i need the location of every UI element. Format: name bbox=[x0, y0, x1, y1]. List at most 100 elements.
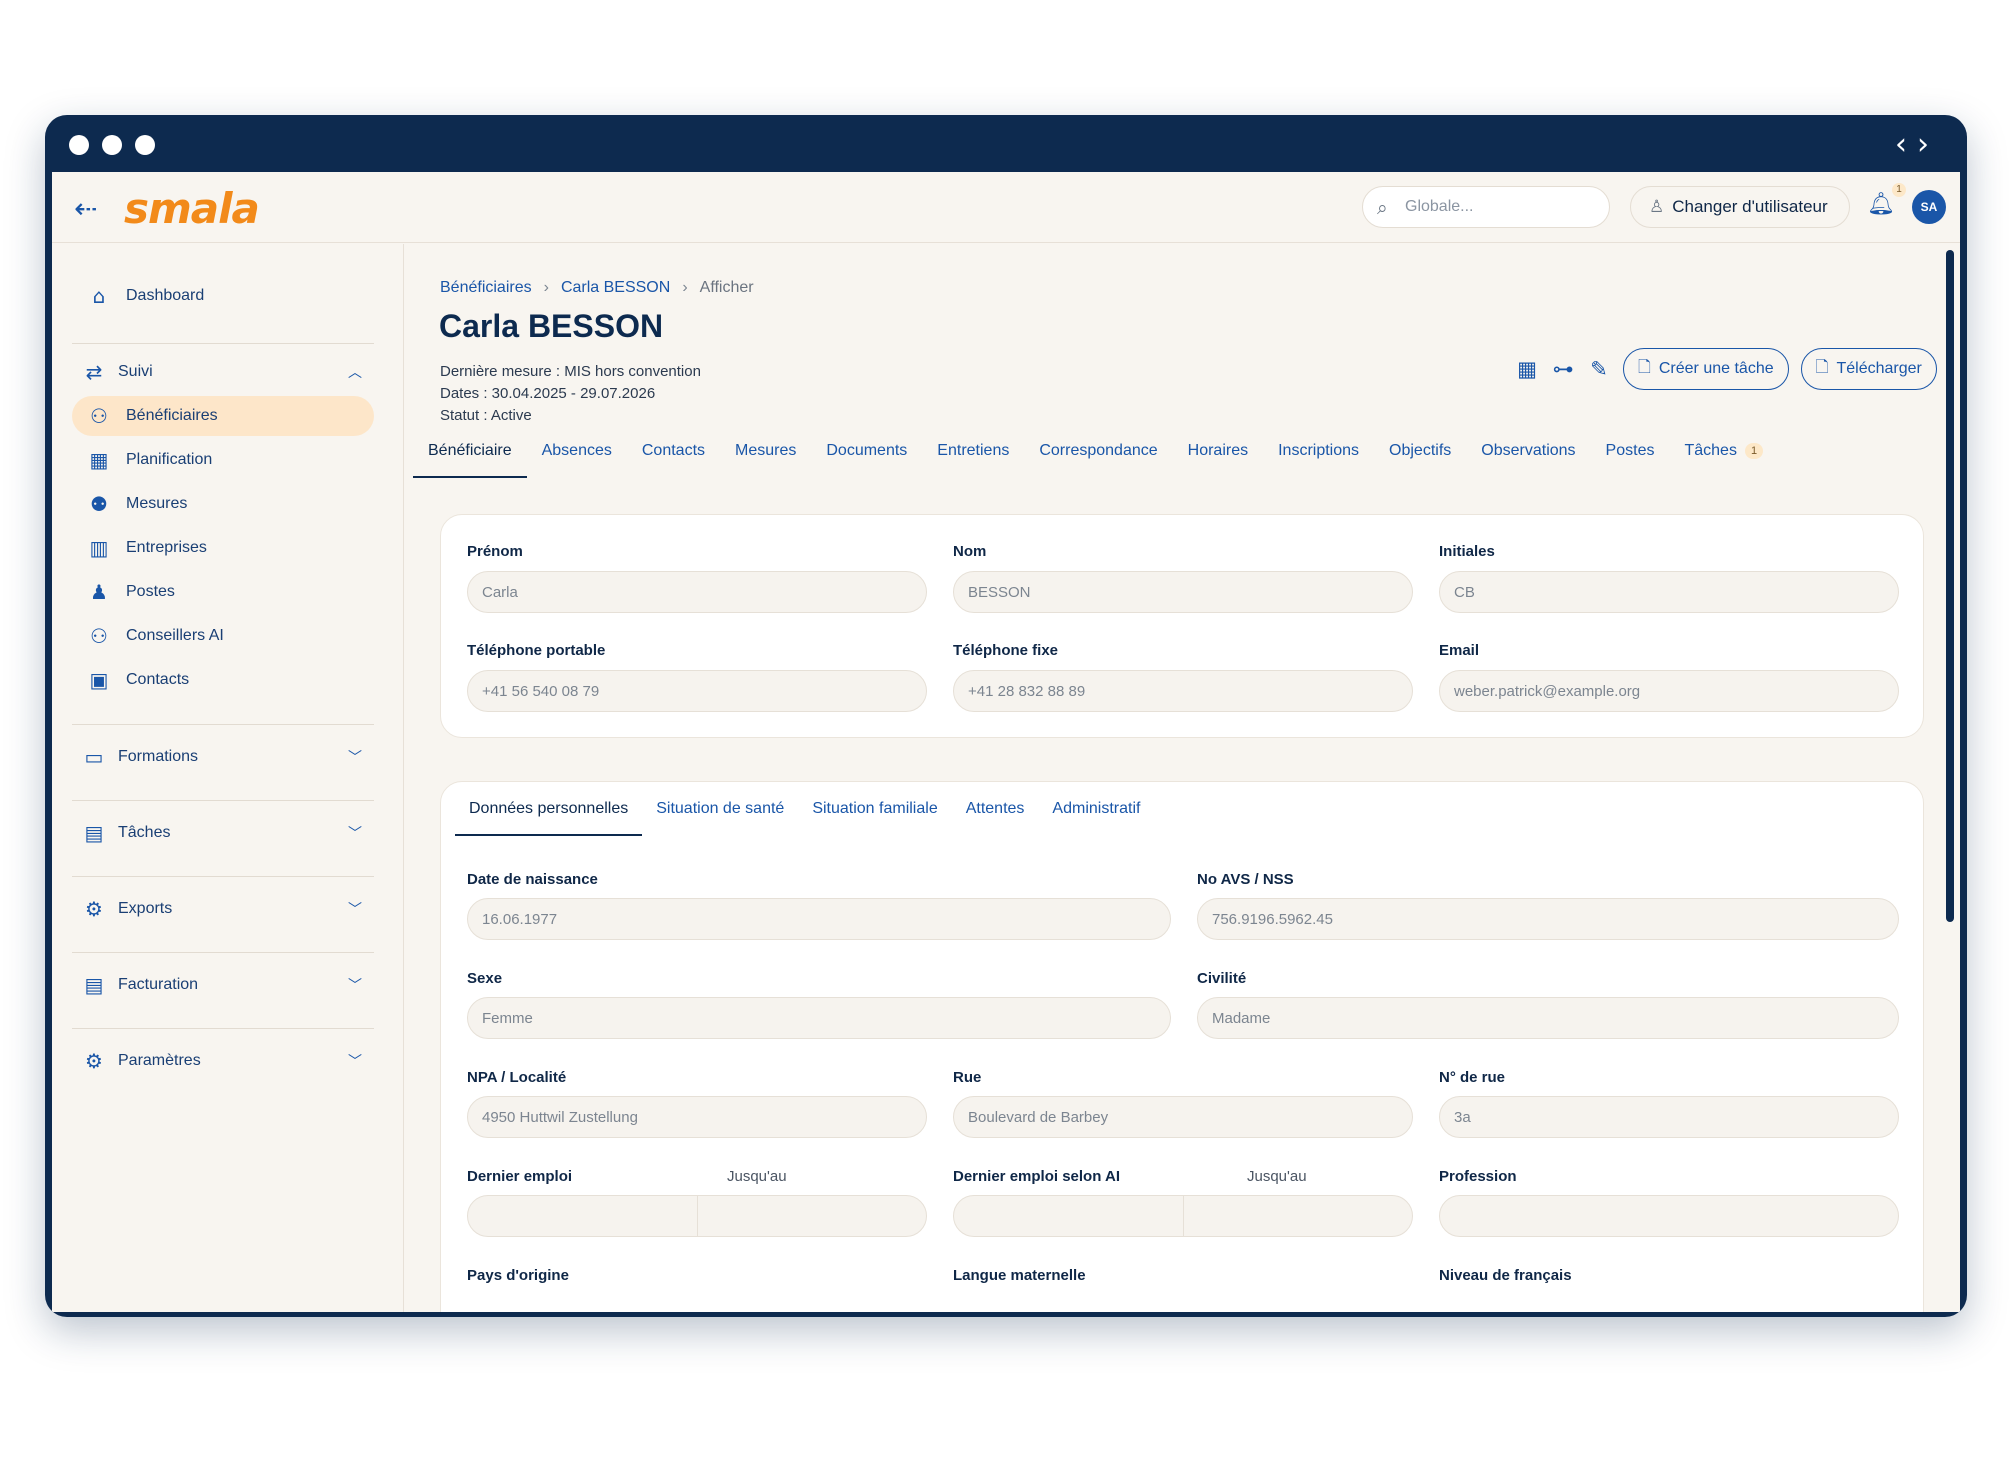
sidebar-section-label: Tâches bbox=[118, 824, 171, 841]
bell-icon[interactable]: 🔔︎ bbox=[1867, 192, 1895, 217]
sidebar-section-label: Suivi bbox=[118, 363, 153, 380]
tasks-badge: 1 bbox=[1744, 443, 1764, 459]
create-task-button[interactable]: 🗋︎ Créer une tâche bbox=[1623, 348, 1789, 390]
dates: Dates : 30.04.2025 - 29.07.2026 bbox=[440, 385, 656, 402]
sidebar-item-postes[interactable]: ♟ Postes bbox=[72, 572, 374, 612]
npa-field[interactable]: 4950 Huttwil Zustellung bbox=[467, 1096, 927, 1138]
scrollbar[interactable] bbox=[1946, 250, 1954, 922]
tab-taches[interactable]: Tâches 1 bbox=[1669, 424, 1778, 478]
receipt-icon: ▤ bbox=[84, 973, 104, 997]
profession-field[interactable] bbox=[1439, 1195, 1899, 1237]
sidebar-section-label: Formations bbox=[118, 748, 199, 765]
civilite-field[interactable]: Madame bbox=[1197, 997, 1899, 1039]
switch-user-button[interactable]: ♙ Changer d'utilisateur bbox=[1630, 186, 1850, 228]
sidebar-item-entreprises[interactable]: ▥ Entreprises bbox=[72, 528, 374, 568]
file-download-icon: 🗋︎ bbox=[1815, 358, 1829, 376]
sidebar-section-facturation[interactable]: ▤ Facturation ﹀ bbox=[72, 962, 374, 1008]
sidebar-divider bbox=[72, 724, 374, 725]
tab-contacts[interactable]: Contacts bbox=[627, 424, 720, 478]
people-network-icon: ⚉ bbox=[90, 492, 108, 516]
sidebar-item-conseillers-ai[interactable]: ⚇ Conseillers AI bbox=[72, 616, 374, 656]
dernier-emploi-field[interactable] bbox=[467, 1195, 927, 1237]
workflow-icon[interactable]: ⊶ bbox=[1551, 357, 1575, 381]
sidebar-item-planification[interactable]: ▦ Planification bbox=[72, 440, 374, 480]
download-button[interactable]: 🗋︎ Télécharger bbox=[1800, 348, 1937, 390]
breadcrumb-beneficiaires[interactable]: Bénéficiaires bbox=[440, 279, 532, 297]
sidebar-item-mesures[interactable]: ⚉ Mesures bbox=[72, 484, 374, 524]
sidebar-item-label: Bénéficiaires bbox=[126, 407, 218, 424]
sidebar-item-beneficiaires[interactable]: ⚇ Bénéficiaires bbox=[72, 396, 374, 436]
training-icon: ▭ bbox=[84, 745, 104, 769]
pays-label: Pays d'origine bbox=[467, 1267, 569, 1284]
field-divider bbox=[697, 1196, 698, 1236]
prenom-field[interactable]: Carla bbox=[467, 571, 927, 613]
subtab-situation-sante[interactable]: Situation de santé bbox=[642, 782, 798, 836]
personal-data-card: Données personnelles Situation de santé … bbox=[440, 781, 1924, 1312]
dernier-emploi-ai-field[interactable] bbox=[953, 1195, 1413, 1237]
sidebar-section-exports[interactable]: ⚙ Exports ﹀ bbox=[72, 886, 374, 932]
tab-entretiens[interactable]: Entretiens bbox=[922, 424, 1024, 478]
sidebar-item-label: Postes bbox=[126, 583, 175, 600]
jusquau-ai-label: Jusqu'au bbox=[1247, 1168, 1307, 1185]
chevron-down-icon: ﹀ bbox=[348, 826, 362, 842]
search-input[interactable] bbox=[1405, 196, 1595, 218]
tel-fixe-field[interactable]: +41 28 832 88 89 bbox=[953, 670, 1413, 712]
sexe-label: Sexe bbox=[467, 970, 503, 987]
sidebar-item-contacts[interactable]: ▣ Contacts bbox=[72, 660, 374, 700]
sidebar: ⌂ Dashboard ⇄ Suivi ︿ ⚇ Bénéficiaires ▦ … bbox=[52, 244, 404, 1312]
tab-objectifs[interactable]: Objectifs bbox=[1374, 424, 1466, 478]
chevron-down-icon: ﹀ bbox=[348, 1054, 362, 1070]
dernier-emploi-ai-label: Dernier emploi selon AI bbox=[953, 1168, 1120, 1185]
tab-horaires[interactable]: Horaires bbox=[1173, 424, 1263, 478]
tab-observations[interactable]: Observations bbox=[1466, 424, 1590, 478]
tab-mesures[interactable]: Mesures bbox=[720, 424, 811, 478]
rue-label: Rue bbox=[953, 1069, 982, 1086]
breadcrumb-beneficiary[interactable]: Carla BESSON bbox=[561, 279, 670, 297]
initiales-field[interactable]: CB bbox=[1439, 571, 1899, 613]
nom-field[interactable]: BESSON bbox=[953, 571, 1413, 613]
collapse-sidebar-icon[interactable]: ⇠ bbox=[74, 192, 97, 225]
initiales-label: Initiales bbox=[1439, 543, 1495, 560]
sidebar-section-formations[interactable]: ▭ Formations ﹀ bbox=[72, 734, 374, 780]
rue-field[interactable]: Boulevard de Barbey bbox=[953, 1096, 1413, 1138]
prenom-label: Prénom bbox=[467, 543, 523, 560]
chevron-right-icon: › bbox=[682, 279, 688, 296]
calendar-icon[interactable]: ▦ bbox=[1515, 357, 1539, 381]
create-task-label: Créer une tâche bbox=[1658, 360, 1774, 377]
sidebar-divider bbox=[72, 952, 374, 953]
global-search[interactable]: ⌕ bbox=[1362, 186, 1610, 228]
logo: smala bbox=[124, 184, 260, 233]
email-field[interactable]: weber.patrick@example.org bbox=[1439, 670, 1899, 712]
no-rue-field[interactable]: 3a bbox=[1439, 1096, 1899, 1138]
sidebar-section-parametres[interactable]: ⚙ Paramètres ﹀ bbox=[72, 1038, 374, 1084]
pencil-icon[interactable]: ✎ bbox=[1587, 357, 1611, 381]
search-icon: ⌕ bbox=[1377, 197, 1388, 219]
sexe-field[interactable]: Femme bbox=[467, 997, 1171, 1039]
code-arrows-icon[interactable]: ‹› bbox=[1895, 127, 1939, 162]
avatar[interactable]: SA bbox=[1912, 190, 1946, 224]
window-dot-icon bbox=[102, 135, 122, 155]
tab-beneficiaire[interactable]: Bénéficiaire bbox=[413, 424, 527, 478]
tab-postes[interactable]: Postes bbox=[1591, 424, 1670, 478]
last-measure: Dernière mesure : MIS hors convention bbox=[440, 363, 701, 380]
birth-field[interactable]: 16.06.1977 bbox=[467, 898, 1171, 940]
sidebar-item-label: Contacts bbox=[126, 671, 190, 688]
sidebar-item-dashboard[interactable]: ⌂ Dashboard bbox=[72, 276, 374, 316]
tab-documents[interactable]: Documents bbox=[811, 424, 922, 478]
subtab-attentes[interactable]: Attentes bbox=[952, 782, 1039, 836]
sidebar-section-suivi[interactable]: ⇄ Suivi ︿ bbox=[72, 349, 374, 395]
avs-field[interactable]: 756.9196.5962.45 bbox=[1197, 898, 1899, 940]
tel-fixe-label: Téléphone fixe bbox=[953, 642, 1059, 659]
subtab-administratif[interactable]: Administratif bbox=[1038, 782, 1154, 836]
subtab-donnees-personnelles[interactable]: Données personnelles bbox=[455, 782, 643, 836]
tel-mobile-field[interactable]: +41 56 540 08 79 bbox=[467, 670, 927, 712]
sidebar-item-label: Entreprises bbox=[126, 539, 207, 556]
tab-absences[interactable]: Absences bbox=[527, 424, 627, 478]
main-content: Bénéficiaires › Carla BESSON › Afficher … bbox=[405, 244, 1960, 1312]
tab-inscriptions[interactable]: Inscriptions bbox=[1263, 424, 1374, 478]
sidebar-section-taches[interactable]: ▤ Tâches ﹀ bbox=[72, 810, 374, 856]
tab-correspondance[interactable]: Correspondance bbox=[1024, 424, 1172, 478]
subtab-situation-familiale[interactable]: Situation familiale bbox=[798, 782, 951, 836]
sidebar-divider bbox=[72, 343, 374, 344]
sidebar-item-label: Mesures bbox=[126, 495, 188, 512]
